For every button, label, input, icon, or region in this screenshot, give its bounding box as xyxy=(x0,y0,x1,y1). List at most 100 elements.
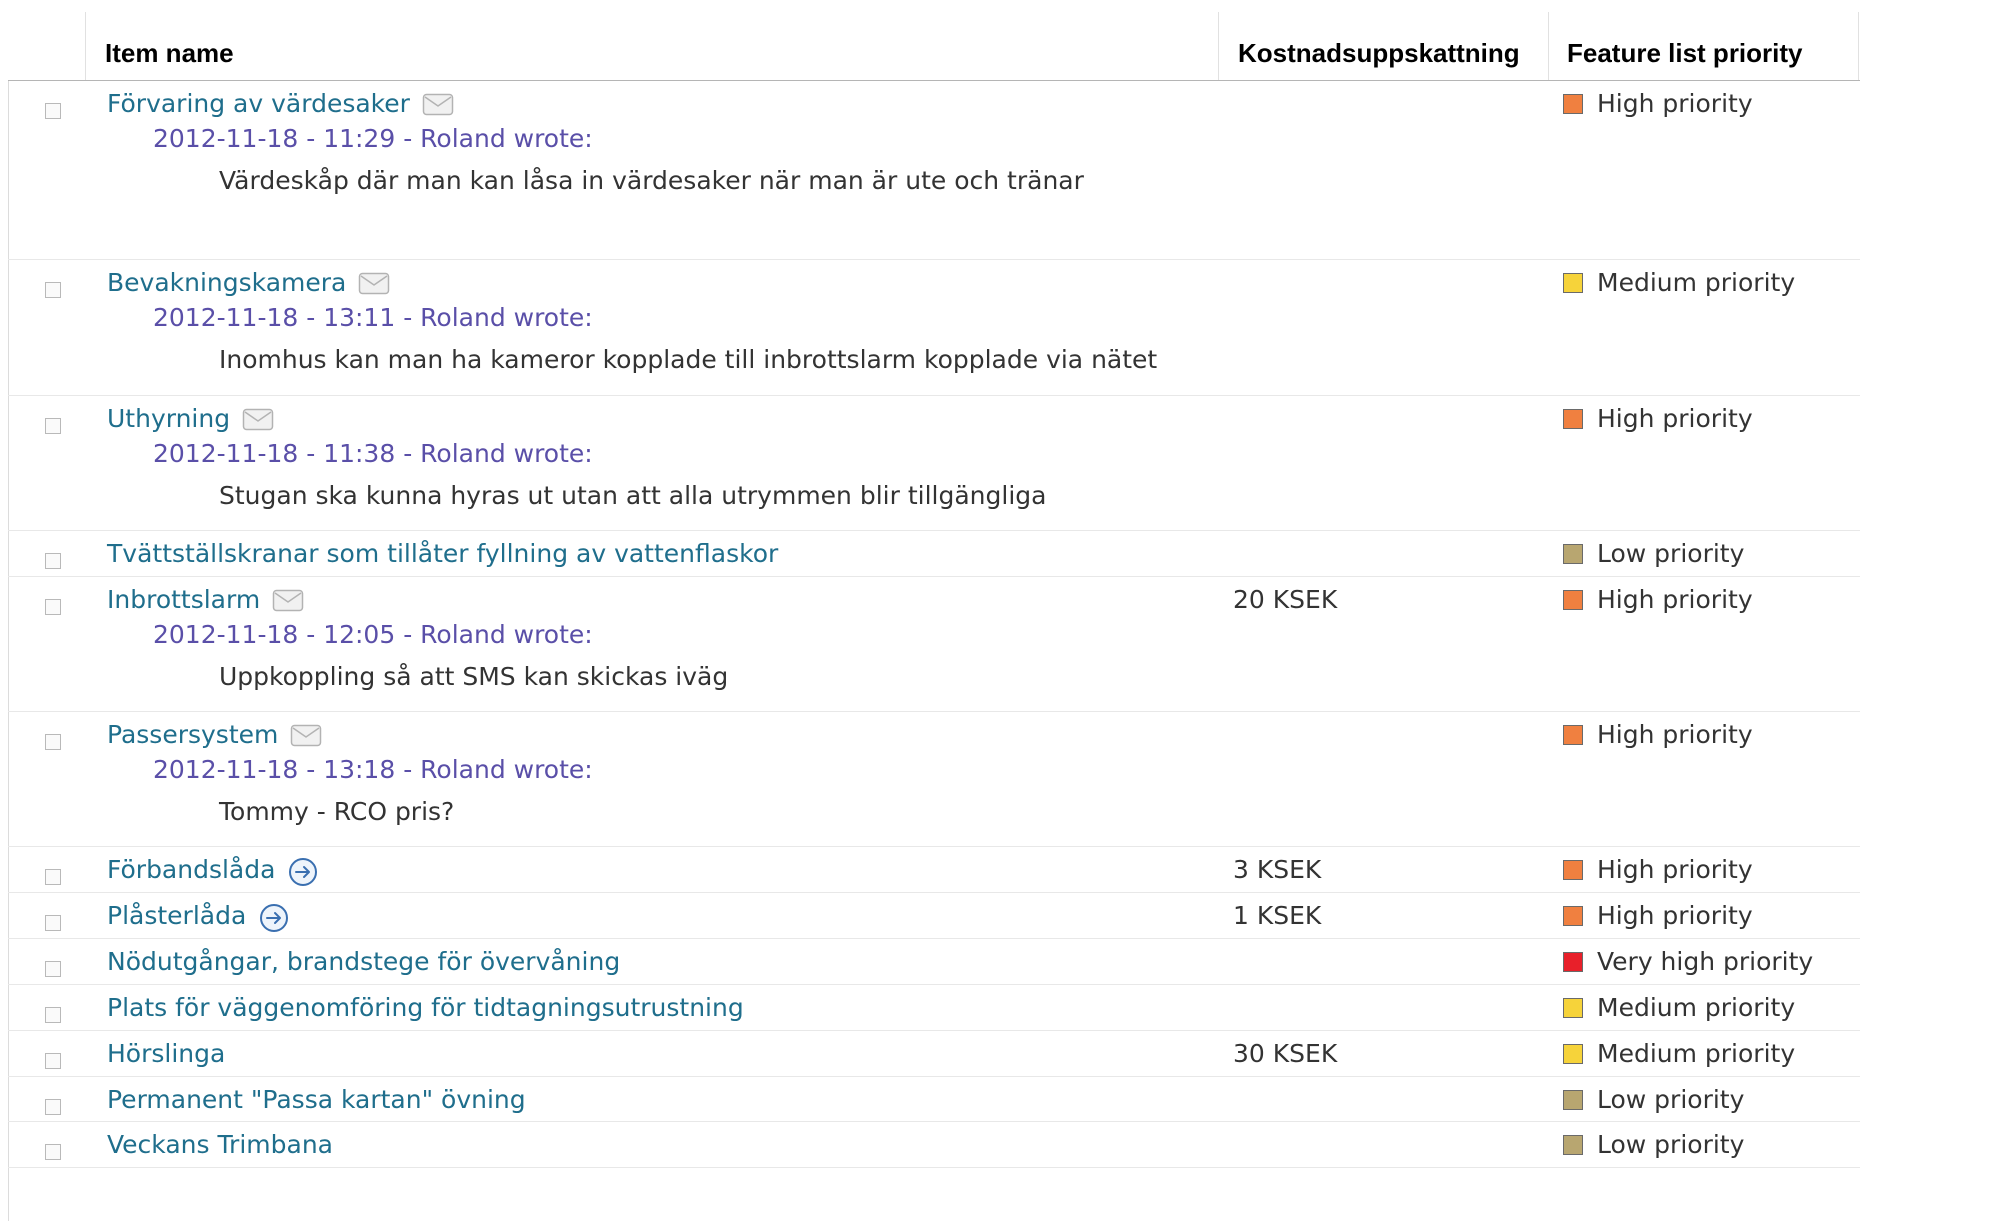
list-item[interactable]: Hörslinga 30 KSEK Medium priority xyxy=(8,1031,1860,1077)
row-select-checkbox[interactable] xyxy=(45,1007,61,1023)
list-item[interactable]: Förvaring av värdesaker 2012-11-18 - 11:2… xyxy=(8,81,1860,260)
priority-swatch-icon xyxy=(1563,1043,1583,1064)
column-separator xyxy=(1858,12,1859,80)
list-item[interactable]: Veckans Trimbana Low priority xyxy=(8,1122,1860,1168)
row-select-checkbox[interactable] xyxy=(45,915,61,931)
priority-label: Very high priority xyxy=(1597,947,1814,976)
item-title-link[interactable]: Uthyrning xyxy=(107,404,230,433)
list-item[interactable]: Plats för väggenomföring för tidtagnings… xyxy=(8,985,1860,1031)
priority-swatch-icon xyxy=(1563,1134,1583,1155)
priority-swatch-icon xyxy=(1563,724,1583,745)
row-select-checkbox[interactable] xyxy=(45,282,61,298)
item-title-link[interactable]: Inbrottslarm xyxy=(107,585,260,614)
row-select-checkbox[interactable] xyxy=(45,734,61,750)
item-title-cell: Tvättställskranar som tillåter fyllning … xyxy=(107,539,778,568)
cost-estimate: 1 KSEK xyxy=(1233,901,1322,930)
row-select-checkbox[interactable] xyxy=(45,869,61,885)
priority-cell: High priority xyxy=(1563,404,1753,433)
envelope-icon-graphic xyxy=(242,408,274,430)
item-title-link[interactable]: Permanent "Passa kartan" övning xyxy=(107,1085,526,1114)
row-select-checkbox[interactable] xyxy=(45,418,61,434)
item-title-link[interactable]: Förbandslåda xyxy=(107,855,275,884)
priority-cell: High priority xyxy=(1563,585,1753,614)
item-title-cell: Passersystem xyxy=(107,720,322,749)
column-header-cost[interactable]: Kostnadsuppskattning xyxy=(1238,38,1520,69)
envelope-icon xyxy=(422,90,454,118)
priority-label: Low priority xyxy=(1597,1085,1745,1114)
priority-cell: Medium priority xyxy=(1563,1039,1795,1068)
cost-estimate: 20 KSEK xyxy=(1233,585,1338,614)
row-select-checkbox[interactable] xyxy=(45,961,61,977)
envelope-icon xyxy=(272,586,304,614)
envelope-icon-graphic xyxy=(272,589,304,611)
comment-header: 2012-11-18 - 11:29 - Roland wrote: xyxy=(153,124,593,153)
envelope-icon-graphic xyxy=(422,93,454,115)
priority-cell: Medium priority xyxy=(1563,993,1795,1022)
comment-text: Uppkoppling så att SMS kan skickas iväg xyxy=(219,662,729,691)
item-title-cell: Hörslinga xyxy=(107,1039,225,1068)
column-separator xyxy=(1548,12,1549,80)
item-title-cell: Plats för väggenomföring för tidtagnings… xyxy=(107,993,744,1022)
item-list: Förvaring av värdesaker 2012-11-18 - 11:2… xyxy=(8,81,1860,1168)
list-item[interactable]: Bevakningskamera 2012-11-18 - 13:11 - Rol… xyxy=(8,260,1860,396)
list-item[interactable]: Permanent "Passa kartan" övning Low prior… xyxy=(8,1077,1860,1122)
priority-cell: High priority xyxy=(1563,855,1753,884)
column-separator xyxy=(85,12,86,80)
priority-label: High priority xyxy=(1597,404,1753,433)
priority-label: Medium priority xyxy=(1597,268,1796,297)
comment-header: 2012-11-18 - 11:38 - Roland wrote: xyxy=(153,439,593,468)
priority-label: High priority xyxy=(1597,585,1753,614)
item-title-link[interactable]: Bevakningskamera xyxy=(107,268,346,297)
row-select-checkbox[interactable] xyxy=(45,103,61,119)
row-select-checkbox[interactable] xyxy=(45,1144,61,1160)
comment-header: 2012-11-18 - 13:11 - Roland wrote: xyxy=(153,303,593,332)
cost-estimate: 3 KSEK xyxy=(1233,855,1322,884)
priority-cell: Low priority xyxy=(1563,1130,1744,1159)
item-title-cell: Nödutgångar, brandstege för övervåning xyxy=(107,947,620,976)
row-select-checkbox[interactable] xyxy=(45,1053,61,1069)
item-title-cell: Plåsterlåda xyxy=(107,901,290,932)
list-item[interactable]: Plåsterlåda 1 KSEK High priority xyxy=(8,893,1860,939)
list-item[interactable]: Nödutgångar, brandstege för övervåning Ve… xyxy=(8,939,1860,985)
arrow-circle-icon[interactable] xyxy=(258,902,290,932)
item-title-cell: Förbandslåda xyxy=(107,855,319,886)
item-title-link[interactable]: Förvaring av värdesaker xyxy=(107,89,410,118)
row-select-checkbox[interactable] xyxy=(45,1099,61,1115)
arrow-circle-icon[interactable] xyxy=(287,856,319,886)
priority-swatch-icon xyxy=(1563,997,1583,1018)
item-title-link[interactable]: Nödutgångar, brandstege för övervåning xyxy=(107,947,620,976)
priority-swatch-icon xyxy=(1563,543,1583,564)
envelope-icon xyxy=(242,405,274,433)
priority-label: Low priority xyxy=(1597,539,1745,568)
item-title-link[interactable]: Passersystem xyxy=(107,720,278,749)
comment-text: Värdeskåp där man kan låsa in värdesaker… xyxy=(219,166,1084,195)
item-title-cell: Inbrottslarm xyxy=(107,585,304,614)
envelope-icon-graphic xyxy=(291,724,322,746)
priority-swatch-icon xyxy=(1563,408,1583,429)
item-title-cell: Veckans Trimbana xyxy=(107,1130,333,1159)
priority-label: Medium priority xyxy=(1597,993,1796,1022)
arrow-circle-icon-graphic xyxy=(260,903,289,932)
row-select-checkbox[interactable] xyxy=(45,599,61,615)
list-item[interactable]: Förbandslåda 3 KSEK High priority xyxy=(8,847,1860,893)
priority-label: High priority xyxy=(1597,89,1753,118)
row-select-checkbox[interactable] xyxy=(45,553,61,569)
item-title-link[interactable]: Plats för väggenomföring för tidtagnings… xyxy=(107,993,744,1022)
envelope-icon xyxy=(358,269,390,297)
priority-swatch-icon xyxy=(1563,589,1583,610)
item-title-link[interactable]: Plåsterlåda xyxy=(107,901,246,930)
item-title-link[interactable]: Hörslinga xyxy=(107,1039,225,1068)
list-item[interactable]: Passersystem 2012-11-18 - 13:18 - Roland … xyxy=(8,712,1860,847)
column-header-item-name[interactable]: Item name xyxy=(105,38,234,69)
list-item[interactable]: Uthyrning 2012-11-18 - 11:38 - Roland wro… xyxy=(8,396,1860,531)
column-header-priority[interactable]: Feature list priority xyxy=(1567,38,1803,69)
list-item[interactable]: Inbrottslarm 2012-11-18 - 12:05 - Roland … xyxy=(8,577,1860,712)
priority-cell: Low priority xyxy=(1563,539,1744,568)
list-header: Item name Kostnadsuppskattning Feature l… xyxy=(8,12,1860,81)
arrow-circle-icon-graphic xyxy=(289,857,318,886)
item-title-link[interactable]: Veckans Trimbana xyxy=(107,1130,333,1159)
priority-label: High priority xyxy=(1597,901,1753,930)
priority-swatch-icon xyxy=(1563,1089,1583,1110)
item-title-link[interactable]: Tvättställskranar som tillåter fyllning … xyxy=(107,539,778,568)
list-item[interactable]: Tvättställskranar som tillåter fyllning … xyxy=(8,531,1860,577)
